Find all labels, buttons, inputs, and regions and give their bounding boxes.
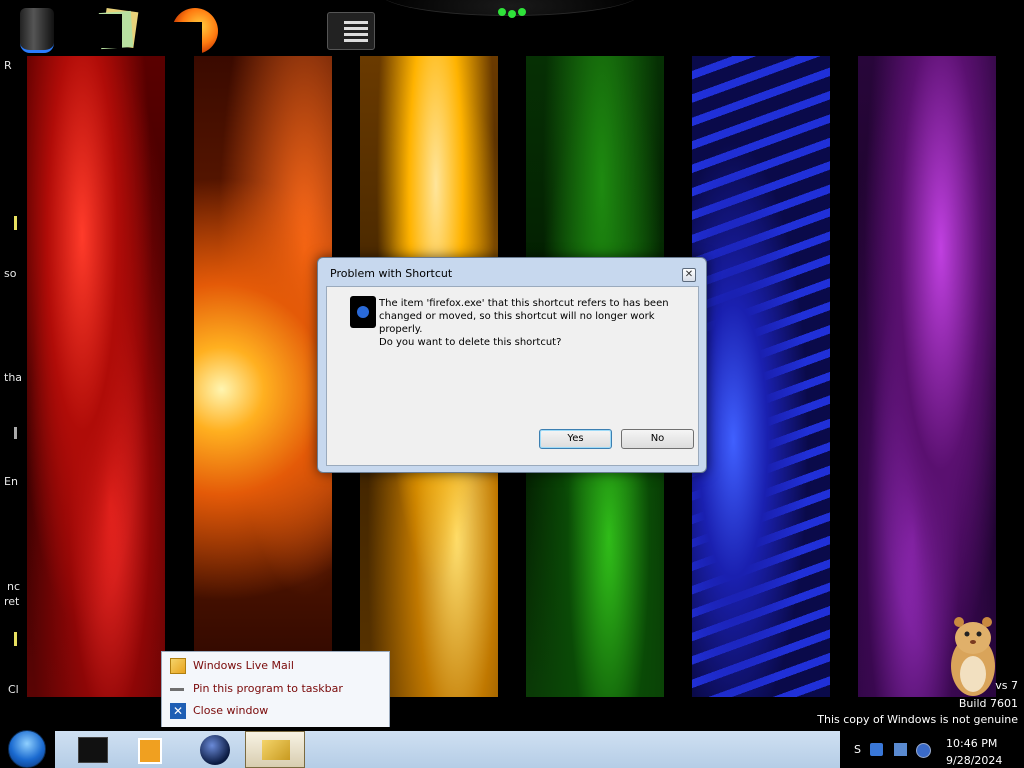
desktop-text-fragment: nc [7,580,21,593]
taskbar-windows-live-mail-button[interactable] [245,731,305,768]
clock-time[interactable]: 10:46 PM [946,737,997,750]
tray-text-fragment: S [854,743,861,756]
taskbar: S 10:46 PM 9/28/2024 [0,727,1024,768]
watermark-windows-version: vs 7 [995,679,1018,692]
desktop-marker [14,216,17,230]
list-line [344,33,368,36]
status-dot-icon [518,8,526,16]
monitor-icon[interactable] [894,743,907,756]
dialog-title: Problem with Shortcut [330,267,453,280]
list-line [344,21,368,24]
media-player-icon [138,738,162,764]
system-tray: S 10:46 PM 9/28/2024 [854,731,1024,768]
no-button[interactable]: No [621,429,694,449]
taskbar-jump-list: Windows Live Mail Pin this program to ta… [161,651,390,729]
list-line [344,39,368,42]
mail-icon [170,658,186,674]
list-line [344,27,368,30]
clock-date[interactable]: 9/28/2024 [946,754,1002,767]
wallpaper-panel-orange [194,56,332,697]
dialog-titlebar[interactable]: Problem with Shortcut ✕ [318,258,706,284]
globe-icon [200,735,230,765]
desktop-text-fragment: Cl [8,683,19,696]
desktop-marker [14,427,17,439]
dialog-question: Do you want to delete this shortcut? [379,337,562,348]
folder-mask [98,14,122,48]
network-icon[interactable] [870,743,883,756]
recycle-bin-icon[interactable] [20,8,54,53]
close-window-icon: ✕ [170,703,186,719]
dialog-body: The item 'firefox.exe' that this shortcu… [326,286,699,466]
jumplist-item-label: Close window [193,704,269,717]
folder-icon[interactable] [98,7,139,50]
volume-icon[interactable] [916,743,931,758]
firefox-icon[interactable] [172,8,218,56]
status-dot-icon [508,10,516,18]
jumplist-item-label: Pin this program to taskbar [193,682,343,695]
wallpaper-panel-blue [692,56,830,697]
taskbar-media-player-button[interactable] [120,731,180,768]
desktop-text-fragment: so [4,267,17,280]
yes-button[interactable]: Yes [539,429,612,449]
dialog-message: The item 'firefox.exe' that this shortcu… [379,298,669,335]
close-icon[interactable]: ✕ [682,268,696,282]
desktop-text-fragment: En [4,475,18,488]
wallpaper-panel-red [27,56,165,697]
watermark-not-genuine: This copy of Windows is not genuine [817,713,1018,726]
desktop-text-fragment: R [4,59,12,72]
desktop-text-fragment: tha [4,371,23,384]
wallpaper-panel-purple [858,56,996,697]
jumplist-item-label: Windows Live Mail [193,659,294,672]
hamster-mascot-image [951,617,995,696]
firefox-icon-mask [172,22,202,56]
mail-icon [262,740,290,760]
pin-icon [170,681,186,697]
list-icon[interactable] [327,12,375,50]
problem-with-shortcut-dialog[interactable]: Problem with Shortcut ✕ The item 'firefo… [317,257,707,473]
shortcut-app-icon [350,296,376,328]
app-icon [78,737,108,763]
status-dot-icon [498,8,506,16]
desktop-text-fragment: ret [4,595,20,608]
taskbar-app-button[interactable] [60,731,120,768]
desktop-marker [14,632,17,646]
start-button[interactable] [8,730,46,768]
watermark-build: Build 7601 [958,697,1018,710]
taskbar-browser-button[interactable] [184,731,244,768]
